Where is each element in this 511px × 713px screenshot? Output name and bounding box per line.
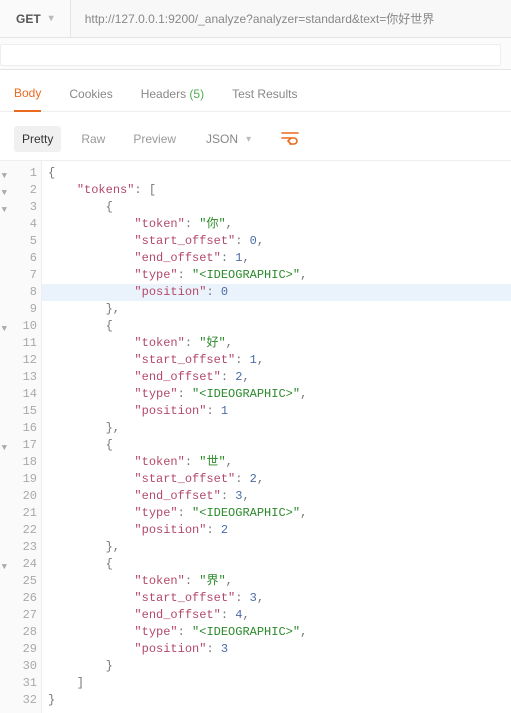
tab-cookies[interactable]: Cookies [69,87,112,111]
code-line[interactable]: "start_offset": 2, [42,471,511,488]
line-number: 15 [0,403,41,420]
line-number: 13 [0,369,41,386]
line-number: 10▼ [0,318,41,335]
code-line[interactable]: }, [42,420,511,437]
line-number: 29 [0,641,41,658]
line-number: 7 [0,267,41,284]
tab-tests[interactable]: Test Results [232,87,297,111]
code-line[interactable]: { [42,199,511,216]
line-number: 17▼ [0,437,41,454]
code-line[interactable]: "position": 3 [42,641,511,658]
line-number: 8 [0,284,41,301]
line-number: 19 [0,471,41,488]
code-line[interactable]: "token": "界", [42,573,511,590]
line-number: 28 [0,624,41,641]
line-number: 12 [0,352,41,369]
code-line[interactable]: "start_offset": 0, [42,233,511,250]
code-line[interactable]: "type": "<IDEOGRAPHIC>", [42,624,511,641]
line-number: 6 [0,250,41,267]
code-line[interactable]: "token": "世", [42,454,511,471]
code-line[interactable]: "position": 2 [42,522,511,539]
line-number: 4 [0,216,41,233]
line-number: 31 [0,675,41,692]
line-number: 30 [0,658,41,675]
code-line[interactable]: }, [42,539,511,556]
line-number: 27 [0,607,41,624]
url-input[interactable] [71,0,511,37]
view-pretty-button[interactable]: Pretty [14,126,61,152]
code-line[interactable]: "position": 1 [42,403,511,420]
line-number: 23 [0,539,41,556]
code-line[interactable]: "end_offset": 4, [42,607,511,624]
line-number: 22 [0,522,41,539]
code-line[interactable]: "start_offset": 1, [42,352,511,369]
code-line[interactable]: { [42,437,511,454]
line-number: 16 [0,420,41,437]
code-line[interactable]: }, [42,301,511,318]
tab-headers-label: Headers [141,87,186,101]
headers-count: (5) [189,87,204,101]
line-number: 26 [0,590,41,607]
code-line[interactable]: "type": "<IDEOGRAPHIC>", [42,505,511,522]
line-number: 1▼ [0,165,41,182]
http-method-label: GET [16,12,41,26]
view-raw-button[interactable]: Raw [73,126,113,152]
code-source[interactable]: { "tokens": [ { "token": "你", "start_off… [42,161,511,713]
code-line[interactable]: ] [42,675,511,692]
tab-headers[interactable]: Headers (5) [141,87,204,111]
format-dropdown[interactable]: JSON ▾ [196,132,261,146]
request-bar: GET ▾ [0,0,511,38]
code-line[interactable]: "token": "好", [42,335,511,352]
line-number: 20 [0,488,41,505]
body-view-controls: Pretty Raw Preview JSON ▾ [0,112,511,160]
line-number: 3▼ [0,199,41,216]
code-line[interactable]: } [42,658,511,675]
line-gutter: 1▼2▼3▼45678910▼11121314151617▼1819202122… [0,161,42,713]
line-number: 11 [0,335,41,352]
line-number: 21 [0,505,41,522]
line-number: 24▼ [0,556,41,573]
code-line[interactable]: } [42,692,511,709]
line-number: 9 [0,301,41,318]
line-number: 32 [0,692,41,709]
code-line[interactable]: "end_offset": 2, [42,369,511,386]
code-line[interactable]: "start_offset": 3, [42,590,511,607]
chevron-down-icon: ▾ [49,13,54,24]
line-number: 18 [0,454,41,471]
view-preview-button[interactable]: Preview [125,126,184,152]
wrap-lines-button[interactable] [273,127,307,152]
send-band [0,38,511,70]
code-line[interactable]: "end_offset": 3, [42,488,511,505]
code-line[interactable]: { [42,318,511,335]
chevron-down-icon: ▾ [246,134,251,145]
code-line[interactable]: { [42,556,511,573]
response-body: 1▼2▼3▼45678910▼11121314151617▼1819202122… [0,160,511,713]
line-number: 2▼ [0,182,41,199]
line-number: 25 [0,573,41,590]
format-label: JSON [206,132,238,146]
tab-body[interactable]: Body [14,86,41,112]
code-line[interactable]: { [42,165,511,182]
line-number: 5 [0,233,41,250]
http-method-dropdown[interactable]: GET ▾ [0,0,71,37]
code-line[interactable]: "token": "你", [42,216,511,233]
line-number: 14 [0,386,41,403]
response-tabs: Body Cookies Headers (5) Test Results [0,70,511,112]
code-line[interactable]: "position": 0 [42,284,511,301]
code-line[interactable]: "tokens": [ [42,182,511,199]
code-line[interactable]: "type": "<IDEOGRAPHIC>", [42,267,511,284]
code-line[interactable]: "end_offset": 1, [42,250,511,267]
code-line[interactable]: "type": "<IDEOGRAPHIC>", [42,386,511,403]
